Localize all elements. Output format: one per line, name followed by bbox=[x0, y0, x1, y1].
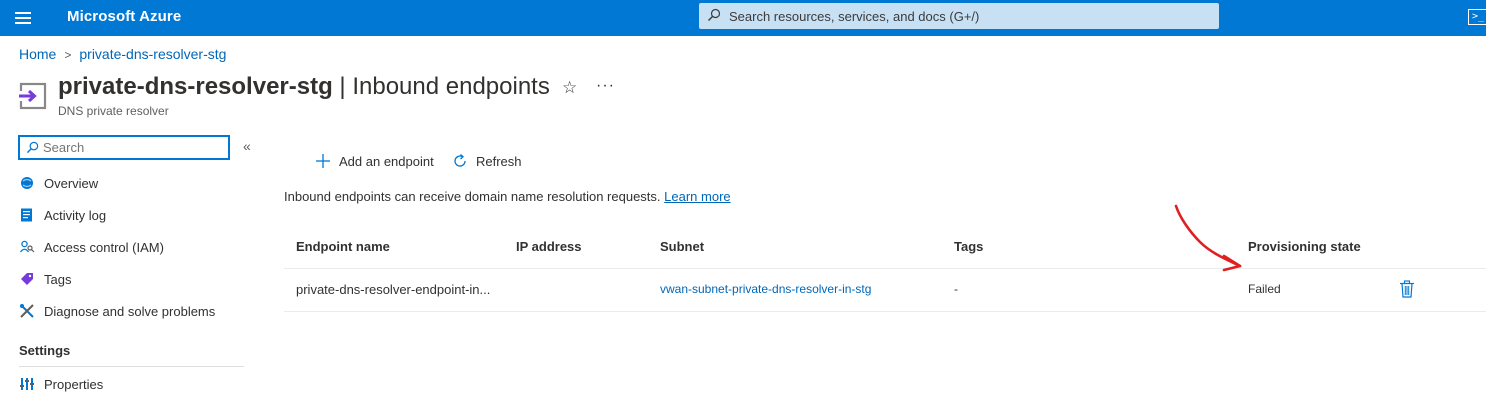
tag-icon bbox=[21, 273, 33, 285]
activity-log-icon bbox=[21, 208, 32, 222]
search-icon bbox=[708, 8, 721, 21]
search-icon bbox=[26, 141, 39, 154]
breadcrumb: Home > private-dns-resolver-stg bbox=[19, 46, 226, 62]
properties-icon bbox=[20, 378, 34, 390]
cloud-shell-icon[interactable]: >_ bbox=[1468, 9, 1486, 25]
breadcrumb-separator: > bbox=[64, 48, 72, 62]
cell-provisioning-state: Failed bbox=[1248, 282, 1281, 296]
page-title: private-dns-resolver-stg | Inbound endpo… bbox=[58, 73, 550, 101]
cell-endpoint-name[interactable]: private-dns-resolver-endpoint-in... bbox=[296, 282, 490, 297]
nav-item-label: Overview bbox=[44, 175, 99, 191]
plus-icon bbox=[316, 154, 330, 168]
refresh-button[interactable]: Refresh bbox=[452, 152, 522, 170]
hamburger-icon[interactable] bbox=[15, 9, 31, 27]
refresh-icon bbox=[454, 154, 466, 167]
nav-search-input[interactable] bbox=[43, 139, 223, 156]
column-header-subnet[interactable]: Subnet bbox=[660, 239, 704, 254]
add-endpoint-label: Add an endpoint bbox=[339, 153, 434, 169]
table-row-divider bbox=[284, 311, 1486, 312]
breadcrumb-home[interactable]: Home bbox=[19, 46, 56, 62]
global-search-input[interactable]: Search resources, services, and docs (G+… bbox=[699, 3, 1219, 29]
brand-title[interactable]: Microsoft Azure bbox=[67, 8, 181, 25]
table-header-divider bbox=[284, 268, 1486, 269]
red-annotation-arrow bbox=[1174, 204, 1242, 272]
resource-name: private-dns-resolver-stg bbox=[58, 73, 333, 100]
nav-search-field[interactable] bbox=[18, 135, 230, 160]
nav-item-label: Diagnose and solve problems bbox=[44, 303, 216, 319]
info-text: Inbound endpoints can receive domain nam… bbox=[284, 189, 731, 204]
nav-item-label: Tags bbox=[44, 271, 72, 287]
nav-item-diagnose[interactable]: Diagnose and solve problems bbox=[19, 299, 239, 323]
learn-more-link[interactable]: Learn more bbox=[664, 189, 730, 204]
delete-trash-icon[interactable] bbox=[1399, 280, 1415, 298]
nav-item-iam[interactable]: Access control (IAM) bbox=[19, 235, 239, 259]
more-options-icon[interactable]: ··· bbox=[596, 77, 615, 95]
add-endpoint-button[interactable]: Add an endpoint bbox=[315, 152, 434, 170]
collapse-nav-icon[interactable]: « bbox=[243, 138, 251, 154]
top-bar: Microsoft Azure Search resources, servic… bbox=[0, 0, 1486, 36]
diagnose-icon bbox=[20, 304, 34, 318]
info-description: Inbound endpoints can receive domain nam… bbox=[284, 189, 661, 204]
cell-tags: - bbox=[954, 282, 958, 296]
overview-icon bbox=[21, 177, 33, 189]
nav-item-activity-log[interactable]: Activity log bbox=[19, 203, 239, 227]
nav-item-label: Properties bbox=[44, 376, 104, 392]
refresh-label: Refresh bbox=[476, 153, 522, 169]
iam-icon bbox=[19, 240, 35, 253]
nav-item-overview[interactable]: Overview bbox=[19, 171, 239, 195]
nav-item-properties[interactable]: Properties bbox=[19, 372, 239, 395]
breadcrumb-resource[interactable]: private-dns-resolver-stg bbox=[79, 46, 226, 62]
dns-resolver-icon bbox=[18, 82, 47, 110]
column-header-provisioning-state[interactable]: Provisioning state bbox=[1248, 239, 1361, 254]
column-header-endpoint-name[interactable]: Endpoint name bbox=[296, 239, 390, 254]
cell-subnet-link[interactable]: vwan-subnet-private-dns-resolver-in-stg bbox=[660, 282, 871, 296]
column-header-tags[interactable]: Tags bbox=[954, 239, 983, 254]
column-header-ip-address[interactable]: IP address bbox=[516, 239, 582, 254]
favorite-star-icon[interactable]: ☆ bbox=[562, 78, 577, 98]
nav-divider bbox=[19, 366, 244, 367]
nav-item-label: Access control (IAM) bbox=[44, 239, 164, 255]
title-separator: | bbox=[339, 73, 346, 100]
nav-item-label: Activity log bbox=[44, 207, 107, 223]
nav-section-settings: Settings bbox=[19, 343, 71, 358]
global-search-placeholder: Search resources, services, and docs (G+… bbox=[729, 9, 980, 24]
resource-type: DNS private resolver bbox=[58, 104, 169, 118]
nav-item-tags[interactable]: Tags bbox=[19, 267, 239, 291]
blade-title: Inbound endpoints bbox=[352, 73, 550, 100]
